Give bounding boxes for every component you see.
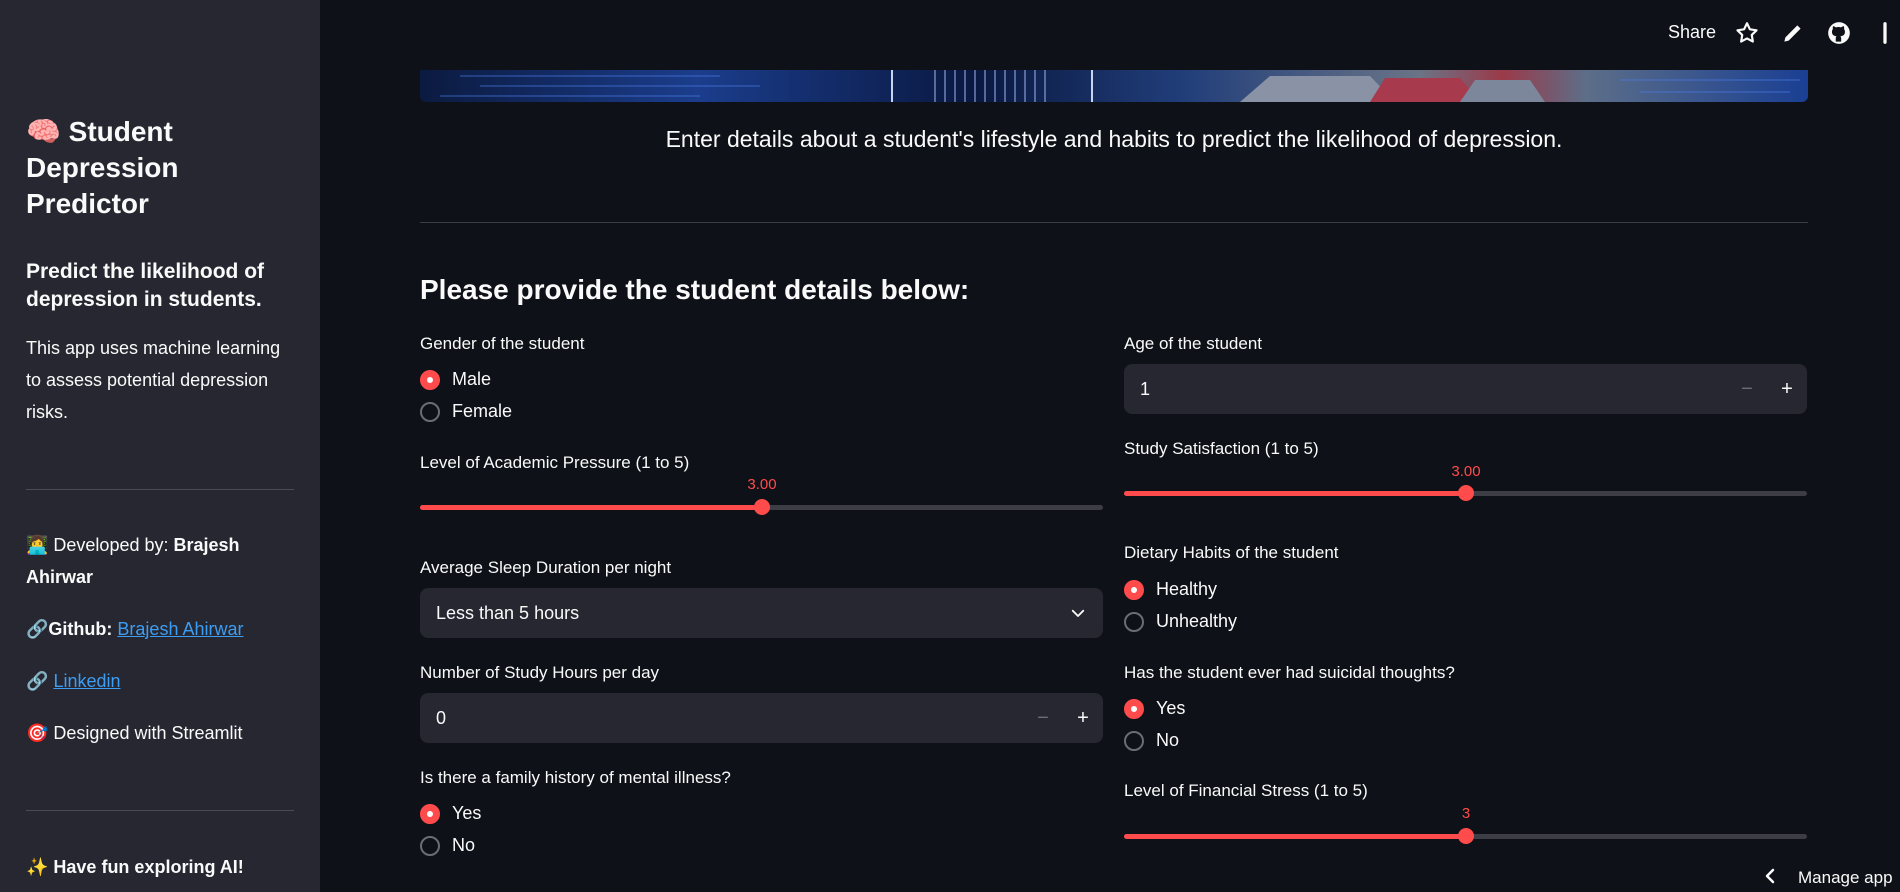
github-link[interactable]: Brajesh Ahirwar bbox=[117, 619, 243, 639]
share-button[interactable]: Share bbox=[1668, 22, 1716, 43]
slider-thumb[interactable] bbox=[1458, 828, 1474, 844]
chevron-down-icon bbox=[1071, 609, 1085, 617]
suicidal-option-label: Yes bbox=[1156, 698, 1186, 718]
more-icon[interactable] bbox=[1872, 20, 1898, 46]
age-label: Age of the student bbox=[1124, 334, 1262, 353]
radio-selected-icon[interactable] bbox=[1124, 579, 1144, 600]
radio-unselected-icon[interactable] bbox=[420, 835, 440, 856]
gender-option-male[interactable]: Male bbox=[420, 369, 491, 390]
financial-stress-value: 3 bbox=[1461, 805, 1471, 822]
linkedin-link[interactable]: Linkedin bbox=[53, 671, 120, 691]
banner-image bbox=[420, 70, 1808, 102]
financial-stress-label: Level of Financial Stress (1 to 5) bbox=[1124, 781, 1368, 800]
study-hours-label: Number of Study Hours per day bbox=[420, 663, 660, 682]
study-satisfaction-label: Study Satisfaction (1 to 5) bbox=[1124, 439, 1319, 458]
link-icon: 🔗 bbox=[26, 671, 49, 691]
study-hours-value[interactable]: 0 bbox=[436, 708, 1023, 729]
chevron-left-icon[interactable] bbox=[1762, 864, 1778, 888]
sidebar-divider bbox=[26, 489, 294, 490]
app-subtitle: Predict the likelihood of depression in … bbox=[26, 260, 265, 311]
designed-with: 🎯 Designed with Streamlit bbox=[26, 723, 243, 743]
study-hours-input[interactable]: 0 − + bbox=[420, 693, 1103, 743]
slider-fill bbox=[1124, 834, 1466, 839]
radio-unselected-icon[interactable] bbox=[1124, 730, 1144, 751]
academic-pressure-value: 3.00 bbox=[747, 476, 777, 493]
dietary-label: Dietary Habits of the student bbox=[1124, 543, 1339, 562]
sidebar: 🧠 Student Depression Predictor Predict t… bbox=[0, 0, 320, 892]
app-title: 🧠 Student Depression Predictor bbox=[26, 116, 179, 219]
radio-selected-icon[interactable] bbox=[420, 803, 440, 824]
family-history-option-label: Yes bbox=[452, 803, 482, 823]
dietary-option-unhealthy[interactable]: Unhealthy bbox=[1124, 611, 1237, 632]
financial-stress-slider[interactable] bbox=[1124, 828, 1807, 844]
family-history-label: Is there a family history of mental illn… bbox=[420, 768, 731, 787]
dietary-option-healthy[interactable]: Healthy bbox=[1124, 579, 1217, 600]
radio-selected-icon[interactable] bbox=[1124, 698, 1144, 719]
academic-pressure-slider[interactable] bbox=[420, 499, 1103, 515]
fun-message: ✨ Have fun exploring AI! bbox=[26, 857, 244, 877]
suicidal-option-label: No bbox=[1156, 730, 1180, 750]
github-icon[interactable] bbox=[1826, 20, 1852, 46]
suicidal-option-yes[interactable]: Yes bbox=[1124, 698, 1185, 719]
main-divider bbox=[420, 222, 1808, 223]
slider-thumb[interactable] bbox=[1458, 485, 1474, 501]
sidebar-divider bbox=[26, 810, 294, 811]
section-heading: Please provide the student details below… bbox=[420, 274, 970, 305]
study-satisfaction-slider[interactable] bbox=[1124, 485, 1807, 501]
family-history-option-label: No bbox=[452, 835, 476, 855]
suicidal-label: Has the student ever had suicidal though… bbox=[1124, 663, 1455, 682]
intro-text: Enter details about a student's lifestyl… bbox=[665, 126, 1563, 152]
radio-unselected-icon[interactable] bbox=[1124, 611, 1144, 632]
star-icon[interactable] bbox=[1734, 20, 1760, 46]
age-value[interactable]: 1 bbox=[1140, 379, 1727, 400]
gender-option-label: Female bbox=[452, 401, 513, 421]
link-icon: 🔗 bbox=[26, 619, 49, 639]
gender-label: Gender of the student bbox=[420, 334, 585, 353]
app-description: This app uses machine learning to assess… bbox=[26, 338, 281, 422]
manage-app-button[interactable]: Manage app bbox=[1798, 868, 1893, 888]
sleep-label: Average Sleep Duration per night bbox=[420, 558, 672, 577]
dietary-option-label: Unhealthy bbox=[1156, 611, 1238, 631]
radio-selected-icon[interactable] bbox=[420, 369, 440, 390]
decrement-button[interactable]: − bbox=[1023, 707, 1063, 730]
family-history-option-yes[interactable]: Yes bbox=[420, 803, 481, 824]
gender-option-female[interactable]: Female bbox=[420, 401, 512, 422]
pencil-icon[interactable] bbox=[1780, 20, 1806, 46]
radio-unselected-icon[interactable] bbox=[420, 401, 440, 422]
github-line: 🔗Github: Brajesh Ahirwar bbox=[26, 613, 296, 645]
gender-option-label: Male bbox=[452, 369, 492, 389]
slider-fill bbox=[420, 505, 762, 510]
slider-thumb[interactable] bbox=[754, 499, 770, 515]
academic-pressure-label: Level of Academic Pressure (1 to 5) bbox=[420, 453, 690, 472]
age-input[interactable]: 1 − + bbox=[1124, 364, 1807, 414]
sleep-select[interactable]: Less than 5 hours bbox=[420, 588, 1103, 638]
increment-button[interactable]: + bbox=[1063, 707, 1103, 730]
decrement-button[interactable]: − bbox=[1727, 378, 1767, 401]
github-label: Github: bbox=[48, 619, 113, 639]
suicidal-option-no[interactable]: No bbox=[1124, 730, 1179, 751]
sleep-select-value: Less than 5 hours bbox=[436, 602, 580, 623]
study-satisfaction-value: 3.00 bbox=[1451, 463, 1481, 480]
increment-button[interactable]: + bbox=[1767, 378, 1807, 401]
slider-fill bbox=[1124, 491, 1466, 496]
linkedin-line: 🔗 Linkedin bbox=[26, 665, 296, 697]
family-history-option-no[interactable]: No bbox=[420, 835, 475, 856]
dietary-option-label: Healthy bbox=[1156, 579, 1218, 599]
developer-prefix: 👩‍💻 Developed by: bbox=[26, 535, 169, 555]
developer-credit: 👩‍💻 Developed by: Brajesh Ahirwar bbox=[26, 529, 296, 593]
